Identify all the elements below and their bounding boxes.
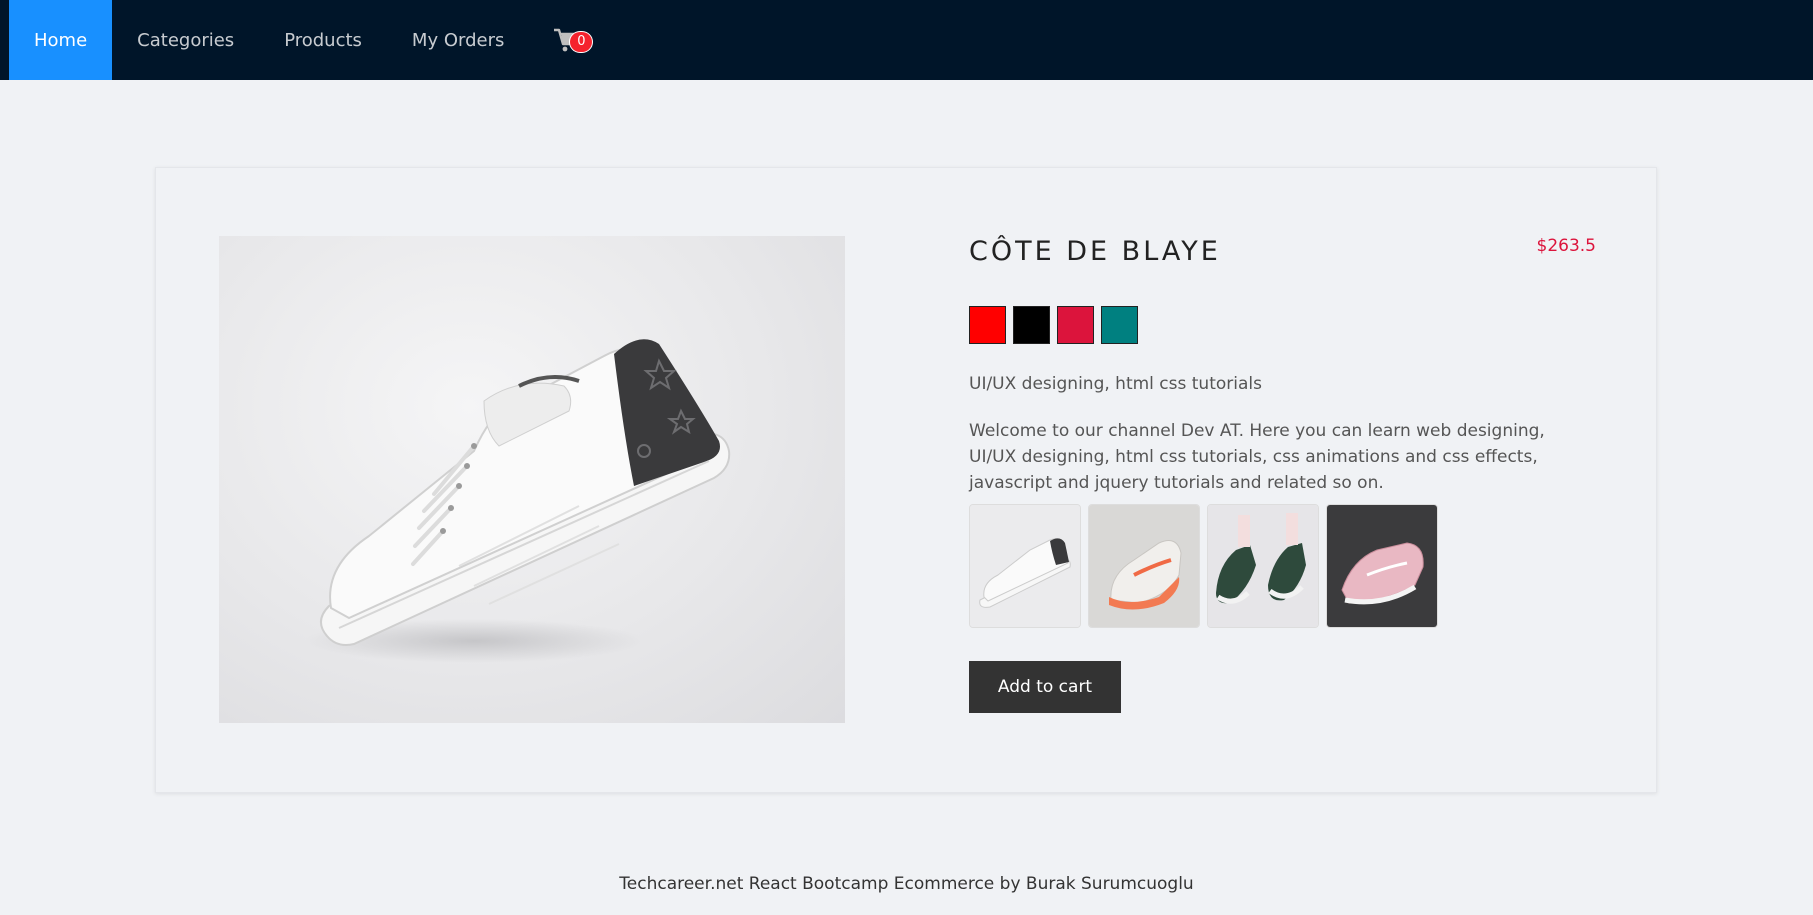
title-row: CÔTE DE BLAYE $263.5 xyxy=(969,236,1596,276)
product-title: CÔTE DE BLAYE xyxy=(969,236,1221,267)
cart-icon-wrapper: 0 xyxy=(553,25,593,55)
cart-count-badge: 0 xyxy=(570,32,593,52)
nav-item-label: Products xyxy=(284,29,362,51)
color-swatch-crimson[interactable] xyxy=(1057,306,1094,344)
add-to-cart-button[interactable]: Add to cart xyxy=(969,661,1121,713)
white-sneaker-illustration xyxy=(304,339,731,663)
product-price: $263.5 xyxy=(1536,236,1596,256)
nav-item-label: Categories xyxy=(137,29,235,51)
green-converse-thumbnail-image xyxy=(1208,505,1318,627)
color-swatches xyxy=(969,306,1596,344)
product-description: Welcome to our channel Dev AT. Here you … xyxy=(969,421,1545,493)
pink-sneaker-thumbnail[interactable] xyxy=(1326,504,1438,628)
product-card: CÔTE DE BLAYE $263.5 UI/UX designing, ht… xyxy=(155,167,1657,793)
nav-item-my-orders[interactable]: My Orders xyxy=(387,0,529,80)
nav-item-label: My Orders xyxy=(411,29,505,51)
product-subtitle: UI/UX designing, html css tutorials xyxy=(969,374,1262,394)
color-swatch-teal[interactable] xyxy=(1101,306,1138,344)
orange-sneaker-thumbnail[interactable] xyxy=(1088,504,1200,628)
nav-item-categories[interactable]: Categories xyxy=(112,0,259,80)
page-footer: Techcareer.net React Bootcamp Ecommerce … xyxy=(619,874,1194,894)
thumbnail-gallery xyxy=(969,504,1596,628)
orange-sneaker-thumbnail-image xyxy=(1089,505,1199,627)
top-navbar: Home Categories Products My Orders 0 xyxy=(0,0,1813,80)
product-main-image xyxy=(219,236,845,723)
nav-item-home[interactable]: Home xyxy=(9,0,113,80)
green-converse-thumbnail[interactable] xyxy=(1207,504,1319,628)
white-sneaker-thumbnail[interactable] xyxy=(969,504,1081,628)
product-info: CÔTE DE BLAYE $263.5 UI/UX designing, ht… xyxy=(969,236,1596,713)
nav-item-cart[interactable]: 0 xyxy=(529,0,617,80)
color-swatch-black[interactable] xyxy=(1013,306,1050,344)
color-swatch-red[interactable] xyxy=(969,306,1006,344)
white-sneaker-thumbnail-image xyxy=(970,505,1080,627)
nav-item-products[interactable]: Products xyxy=(259,0,387,80)
pink-sneaker-thumbnail-image xyxy=(1327,505,1437,627)
nav-item-label: Home xyxy=(34,29,88,51)
